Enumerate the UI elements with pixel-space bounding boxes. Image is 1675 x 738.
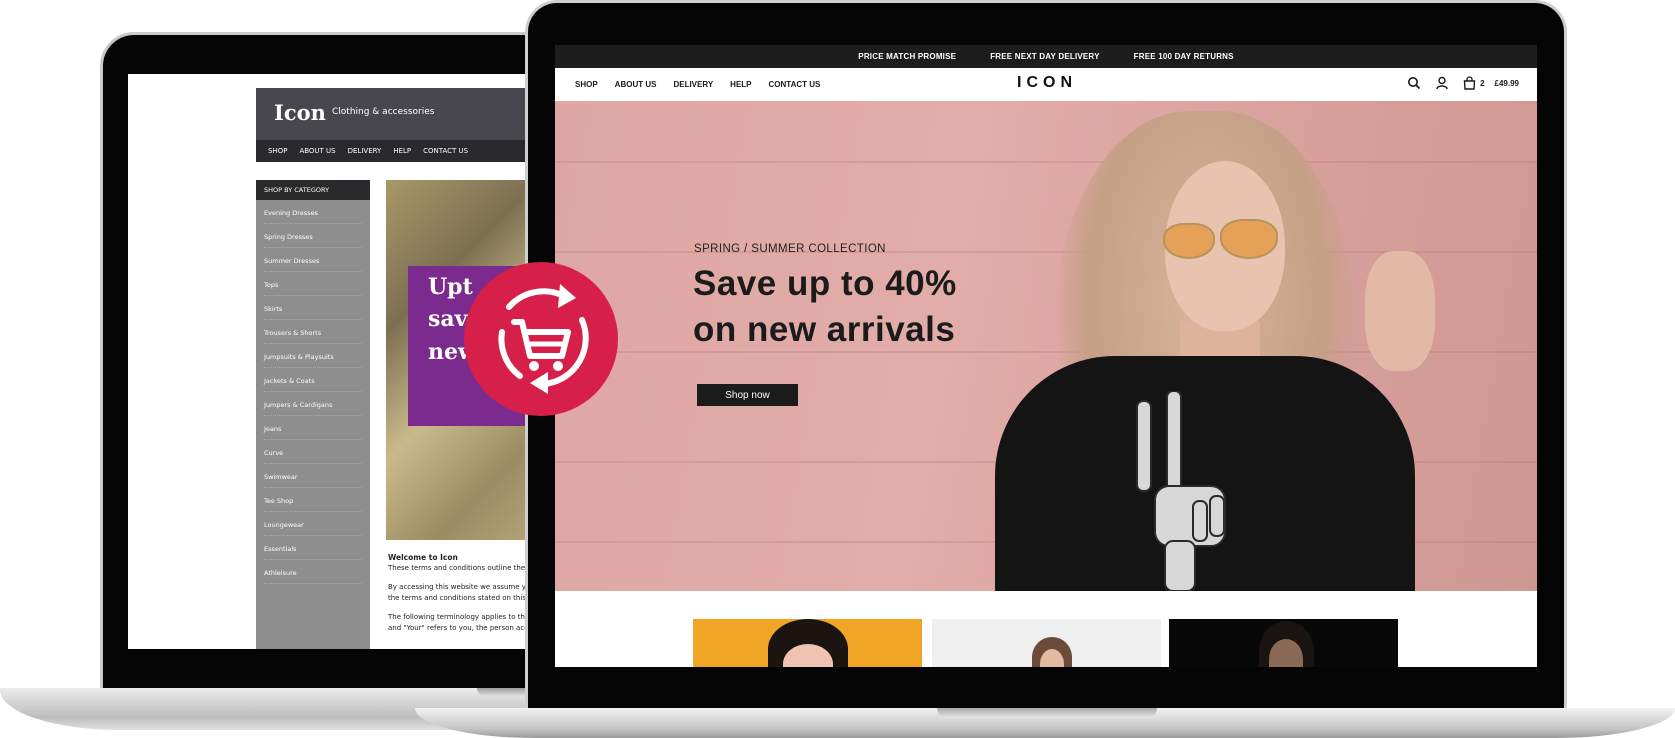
category-item[interactable]: Tee Shop bbox=[264, 488, 362, 512]
legacy-category-sidebar: SHOP BY CATEGORY Evening Dresses Spring … bbox=[256, 180, 370, 649]
category-item[interactable]: Tops bbox=[264, 272, 362, 296]
legacy-nav-delivery[interactable]: DELIVERY bbox=[348, 147, 382, 155]
skeleton-hand-print bbox=[1136, 391, 1226, 591]
model-hand bbox=[1365, 251, 1435, 371]
category-item[interactable]: Jumpers & Cardigans bbox=[264, 392, 362, 416]
cart-sync-badge[interactable] bbox=[464, 262, 618, 416]
search-icon[interactable] bbox=[1407, 76, 1421, 90]
sunglasses-lens bbox=[1163, 223, 1215, 259]
legacy-content-text: the terms and conditions stated on this bbox=[388, 594, 526, 602]
brand-logo[interactable]: ICON bbox=[1017, 74, 1077, 92]
account-icon[interactable] bbox=[1435, 76, 1449, 90]
legacy-content-text: These terms and conditions outline the r bbox=[388, 564, 528, 572]
nav-delivery[interactable]: DELIVERY bbox=[673, 80, 713, 89]
bag-icon bbox=[1463, 76, 1476, 90]
sunglasses-lens bbox=[1220, 219, 1278, 259]
hero-banner: SPRING / SUMMER COLLECTION Save up to 40… bbox=[555, 101, 1537, 591]
category-item[interactable]: Evening Dresses bbox=[264, 200, 362, 224]
product-card[interactable] bbox=[1169, 619, 1398, 667]
legacy-tagline: Clothing & accessories bbox=[332, 107, 435, 117]
nav-shop[interactable]: SHOP bbox=[575, 80, 598, 89]
cart-button[interactable]: 2 £49.99 bbox=[1463, 76, 1519, 90]
category-item[interactable]: Essentials bbox=[264, 536, 362, 560]
legacy-logo[interactable]: Icon bbox=[274, 100, 326, 125]
legacy-promo-line: sav bbox=[428, 306, 468, 332]
legacy-content-text: and "Your" refers to you, the person acc bbox=[388, 624, 528, 632]
category-item[interactable]: Trousers & Shorts bbox=[264, 320, 362, 344]
wall-brick-line bbox=[555, 161, 1537, 163]
legacy-nav-about[interactable]: ABOUT US bbox=[299, 147, 335, 155]
main-nav: SHOP ABOUT US DELIVERY HELP CONTACT US I… bbox=[555, 68, 1537, 101]
legacy-nav: SHOP ABOUT US DELIVERY HELP CONTACT US bbox=[256, 140, 528, 162]
category-item[interactable]: Summer Dresses bbox=[264, 248, 362, 272]
new-laptop-hinge bbox=[937, 708, 1157, 718]
cart-sync-icon bbox=[498, 284, 589, 394]
promo-bar: PRICE MATCH PROMISE FREE NEXT DAY DELIVE… bbox=[555, 45, 1537, 68]
category-item[interactable]: Spring Dresses bbox=[264, 224, 362, 248]
product-grid bbox=[555, 591, 1537, 667]
nav-links: SHOP ABOUT US DELIVERY HELP CONTACT US bbox=[575, 80, 820, 89]
hero-title-line: Save up to 40% bbox=[693, 264, 957, 303]
category-item[interactable]: Loungewear bbox=[264, 512, 362, 536]
category-item[interactable]: Jackets & Coats bbox=[264, 368, 362, 392]
legacy-content-text: By accessing this website we assume yo bbox=[388, 583, 528, 591]
category-item[interactable]: Jumpsuits & Playsuits bbox=[264, 344, 362, 368]
legacy-nav-contact[interactable]: CONTACT US bbox=[423, 147, 468, 155]
legacy-nav-shop[interactable]: SHOP bbox=[268, 147, 287, 155]
category-item[interactable]: Jeans bbox=[264, 416, 362, 440]
legacy-content-heading: Welcome to Icon bbox=[388, 553, 458, 562]
legacy-nav-help[interactable]: HELP bbox=[393, 147, 411, 155]
promo-price-match[interactable]: PRICE MATCH PROMISE bbox=[858, 52, 956, 61]
legacy-terms-content: Welcome to Icon These terms and conditio… bbox=[388, 552, 528, 634]
legacy-content-text: The following terminology applies to the bbox=[388, 613, 528, 621]
legacy-sidebar-title: SHOP BY CATEGORY bbox=[256, 180, 370, 200]
cart-count: 2 bbox=[1480, 78, 1485, 88]
category-item[interactable]: Athleisure bbox=[264, 560, 362, 584]
product-card[interactable] bbox=[693, 619, 922, 667]
hero-title: Save up to 40% on new arrivals bbox=[693, 261, 957, 353]
nav-icons: 2 £49.99 bbox=[1407, 76, 1519, 90]
hero-title-line: on new arrivals bbox=[693, 310, 956, 349]
hero-eyebrow: SPRING / SUMMER COLLECTION bbox=[694, 243, 886, 255]
category-item[interactable]: Curve bbox=[264, 440, 362, 464]
new-store-screen: PRICE MATCH PROMISE FREE NEXT DAY DELIVE… bbox=[555, 45, 1537, 667]
category-item[interactable]: Swimwear bbox=[264, 464, 362, 488]
cart-total: £49.99 bbox=[1494, 78, 1519, 88]
shop-now-button[interactable]: Shop now bbox=[697, 384, 798, 406]
nav-about[interactable]: ABOUT US bbox=[615, 80, 657, 89]
promo-next-day[interactable]: FREE NEXT DAY DELIVERY bbox=[990, 52, 1099, 61]
nav-help[interactable]: HELP bbox=[730, 80, 751, 89]
nav-contact[interactable]: CONTACT US bbox=[769, 80, 821, 89]
product-card[interactable] bbox=[932, 619, 1161, 667]
category-item[interactable]: Skirts bbox=[264, 296, 362, 320]
promo-returns[interactable]: FREE 100 DAY RETURNS bbox=[1134, 52, 1234, 61]
